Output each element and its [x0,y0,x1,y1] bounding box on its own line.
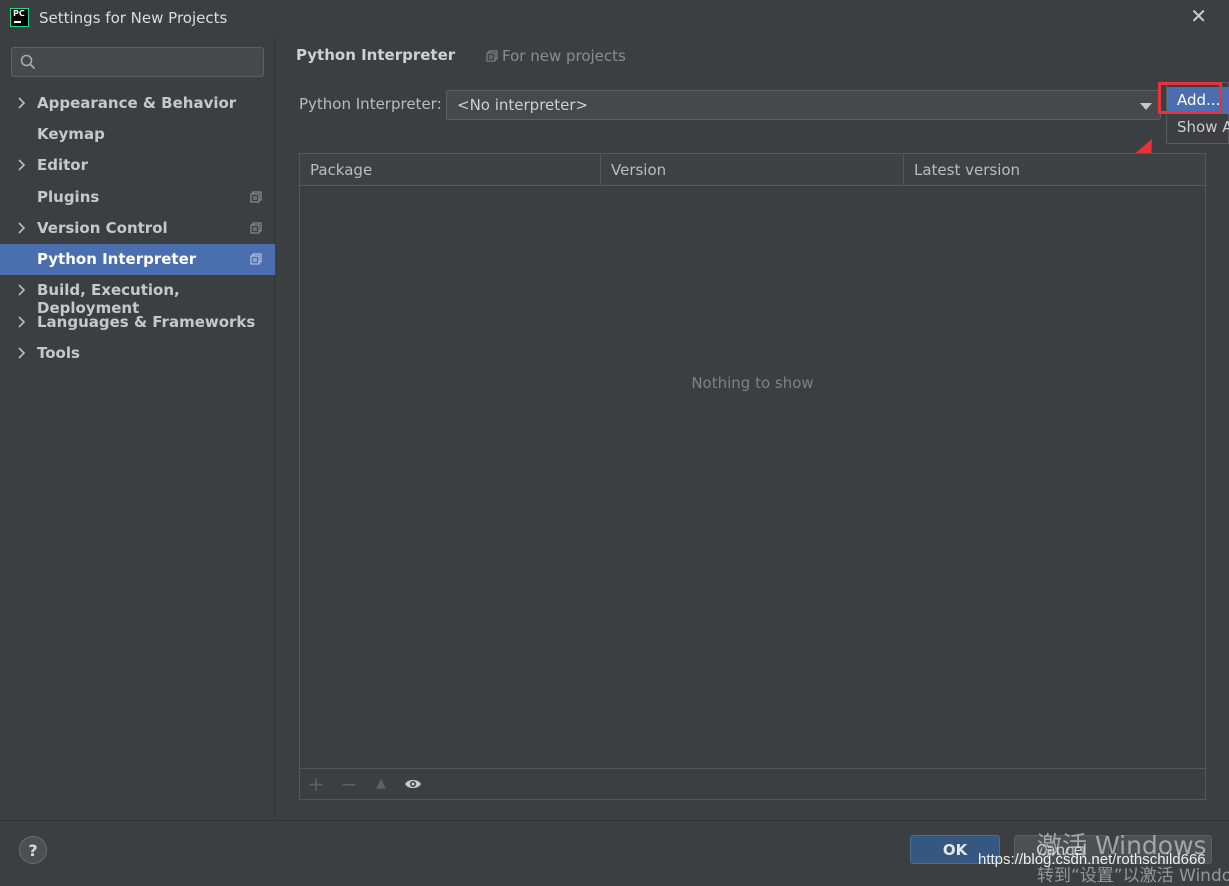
sidebar-item-editor[interactable]: Editor [0,150,275,181]
chevron-right-icon[interactable] [17,315,27,329]
scope-note: For new projects [486,47,626,65]
eye-icon[interactable] [404,777,422,791]
add-package-button[interactable]: + [305,774,327,794]
column-header-package[interactable]: Package [300,154,601,185]
annotation-highlight-box [1158,82,1222,114]
sidebar-item-tools[interactable]: Tools [0,338,275,369]
settings-sidebar: Appearance & Behavior Keymap Editor Plug… [0,36,275,820]
scope-label: For new projects [502,47,626,65]
table-header: Package Version Latest version [300,154,1205,186]
packages-table: Package Version Latest version Nothing t… [299,153,1206,800]
pycharm-logo-icon: PC [10,8,29,27]
settings-search-box[interactable] [11,47,264,77]
chevron-right-icon[interactable] [17,283,27,297]
sidebar-item-version-control[interactable]: Version Control [0,213,275,244]
title-bar: PC Settings for New Projects ✕ [0,0,1229,36]
blog-url-watermark: https://blog.csdn.net/rothschild666 [978,851,1206,868]
interpreter-dropdown[interactable]: <No interpreter> [446,90,1161,120]
sidebar-item-build-execution-deployment[interactable]: Build, Execution, Deployment [0,275,275,317]
sidebar-item-label: Appearance & Behavior [37,94,237,112]
interpreter-label: Python Interpreter: [299,95,442,113]
sidebar-item-label: Languages & Frameworks [37,313,256,331]
help-button[interactable]: ? [19,836,47,864]
show-all-menu-item[interactable]: Show A [1177,118,1229,136]
search-icon [20,54,36,70]
chevron-right-icon[interactable] [17,346,27,360]
project-scope-icon [250,222,262,234]
sidebar-item-appearance-behavior[interactable]: Appearance & Behavior [0,88,275,119]
empty-state-text: Nothing to show [691,374,814,392]
close-icon[interactable]: ✕ [1190,6,1207,26]
chevron-right-icon[interactable] [17,221,27,235]
search-input[interactable] [42,52,261,74]
column-header-version[interactable]: Version [601,154,904,185]
sidebar-item-label: Python Interpreter [37,250,197,268]
project-scope-icon [486,50,498,62]
table-toolbar: + − ▲ [300,768,1205,800]
project-scope-icon [250,191,262,203]
settings-content: Python Interpreter For new projects Pyth… [276,36,1229,820]
sidebar-item-python-interpreter[interactable]: Python Interpreter [0,244,275,275]
sidebar-item-label: Tools [37,344,80,362]
remove-package-button[interactable]: − [338,774,360,794]
sidebar-item-languages-frameworks[interactable]: Languages & Frameworks [0,307,275,338]
chevron-right-icon[interactable] [17,96,27,110]
page-title: Python Interpreter [296,46,456,64]
project-scope-icon [250,253,262,265]
sidebar-item-label: Keymap [37,125,105,143]
upgrade-package-button[interactable]: ▲ [370,774,392,794]
chevron-right-icon[interactable] [17,158,27,172]
sidebar-item-plugins[interactable]: Plugins [0,182,275,213]
column-header-latest-version[interactable]: Latest version [904,154,1205,185]
sidebar-item-label: Editor [37,156,88,174]
sidebar-item-label: Version Control [37,219,168,237]
window-title: Settings for New Projects [39,9,228,27]
sidebar-item-keymap[interactable]: Keymap [0,119,275,150]
interpreter-value: <No interpreter> [457,96,589,114]
sidebar-item-label: Plugins [37,188,100,206]
dropdown-arrow-icon[interactable] [1140,103,1152,110]
